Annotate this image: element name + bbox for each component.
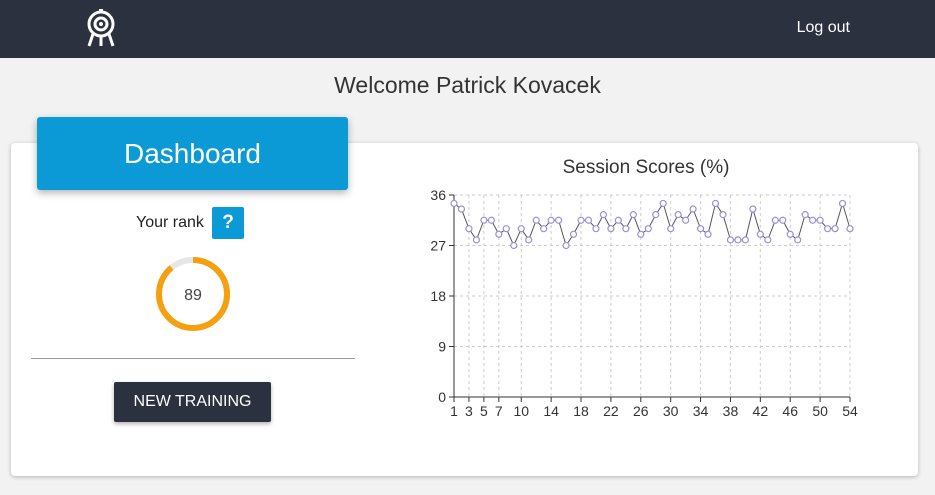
x-tick-label: 54	[842, 403, 858, 419]
y-tick-label: 18	[430, 288, 446, 304]
data-point	[592, 225, 600, 233]
data-point	[704, 230, 712, 238]
data-point	[517, 225, 525, 233]
x-tick-label: 42	[753, 403, 769, 419]
data-point	[674, 211, 682, 219]
data-point	[741, 236, 749, 244]
x-tick-label: 7	[495, 403, 503, 419]
data-point	[540, 225, 548, 233]
data-point	[457, 205, 466, 213]
data-point	[555, 216, 563, 224]
x-tick-label: 14	[543, 403, 559, 419]
data-point	[801, 211, 809, 219]
data-point	[786, 230, 794, 238]
data-point	[622, 225, 630, 233]
new-training-button[interactable]: NEW TRAINING	[114, 382, 271, 422]
x-tick-label: 30	[663, 403, 679, 419]
data-point	[682, 216, 690, 224]
dashboard-title: Dashboard	[37, 117, 348, 190]
data-point	[637, 230, 645, 238]
data-point	[838, 199, 847, 208]
y-tick-label: 27	[430, 238, 446, 254]
data-point	[823, 225, 832, 233]
data-point	[480, 216, 488, 224]
data-point	[696, 225, 705, 233]
x-tick-label: 1	[450, 403, 458, 419]
data-point	[749, 205, 757, 213]
data-point	[659, 199, 667, 208]
data-point	[816, 216, 824, 224]
x-tick-label: 38	[723, 403, 739, 419]
y-tick-label: 0	[438, 389, 446, 405]
data-point	[607, 225, 615, 233]
data-point	[809, 216, 817, 224]
data-point	[711, 199, 720, 208]
data-point	[689, 205, 697, 213]
data-point	[525, 236, 533, 244]
data-point	[450, 199, 458, 208]
data-point	[734, 236, 742, 244]
data-point	[472, 236, 481, 244]
data-point	[584, 216, 593, 224]
chart-title: Session Scores (%)	[562, 157, 730, 178]
data-point	[794, 236, 802, 244]
data-point	[599, 211, 608, 219]
data-point	[562, 241, 570, 250]
x-tick-label: 22	[603, 403, 619, 419]
data-point	[577, 216, 585, 224]
data-point	[771, 216, 779, 224]
data-point	[547, 216, 555, 224]
data-point	[644, 225, 652, 233]
x-tick-label: 5	[480, 403, 488, 419]
rank-gauge: 89	[156, 257, 230, 331]
data-point	[532, 216, 540, 224]
data-point	[652, 211, 660, 219]
x-tick-label: 46	[782, 403, 798, 419]
data-point	[629, 211, 637, 219]
data-point	[569, 230, 578, 238]
x-tick-label: 10	[513, 403, 529, 419]
data-point	[846, 225, 854, 233]
y-tick-label: 9	[438, 339, 446, 355]
logout-link[interactable]: Log out	[797, 19, 850, 37]
data-point	[779, 216, 787, 224]
data-point	[510, 241, 518, 250]
y-tick-label: 36	[430, 187, 446, 203]
divider	[31, 358, 355, 359]
data-point	[487, 216, 495, 224]
data-point	[614, 216, 622, 224]
data-point	[726, 236, 735, 244]
session-scores-chart: 0 9 18 27 36 1 3 5 7 10 14 18 22 26 30 34 38 42 46 50 54	[430, 187, 858, 419]
data-point	[465, 225, 473, 233]
rank-value: 89	[184, 287, 202, 304]
help-button[interactable]: ?	[212, 207, 244, 239]
x-tick-label: 26	[633, 403, 649, 419]
data-point	[667, 225, 675, 233]
x-tick-label: 18	[573, 403, 589, 419]
x-tick-label: 34	[693, 403, 709, 419]
rank-label: Your rank	[136, 214, 204, 231]
data-point	[495, 230, 503, 238]
data-point	[831, 225, 839, 233]
target-icon[interactable]	[84, 9, 118, 47]
data-point	[502, 225, 510, 233]
top-navbar: Log out	[0, 0, 935, 58]
data-point	[719, 211, 727, 219]
x-tick-label: 50	[812, 403, 828, 419]
welcome-heading: Welcome Patrick Kovacek	[334, 72, 601, 98]
data-point	[756, 230, 764, 238]
x-tick-label: 3	[465, 403, 473, 419]
data-point	[764, 236, 772, 244]
